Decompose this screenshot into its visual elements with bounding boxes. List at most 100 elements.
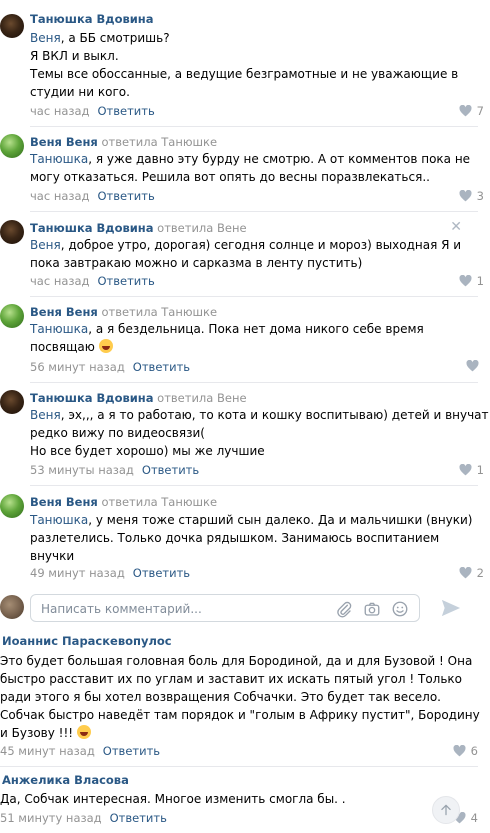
arrow-up-icon [441, 804, 451, 816]
reply-button[interactable]: Ответить [98, 104, 155, 118]
like-button[interactable]: 1 [459, 463, 484, 477]
like-count: 3 [476, 189, 484, 203]
comment-item: Иоаннис Параскевопулос Это будет большая… [0, 628, 484, 767]
heart-icon [459, 464, 472, 476]
avatar [0, 595, 24, 619]
comment-text: Веня, эх,,, а я то работаю, то кота и ко… [30, 408, 489, 458]
like-button[interactable]: 1 [459, 274, 484, 288]
reply-item: Веня Веня ответила Танюшке Танюшка, я уж… [0, 130, 484, 216]
like-count: 4 [470, 811, 478, 825]
reply-button[interactable]: Ответить [110, 811, 167, 825]
like-count: 7 [476, 104, 484, 118]
reply-button[interactable]: Ответить [103, 744, 160, 758]
send-icon[interactable] [440, 598, 462, 618]
comment-author[interactable]: Танюшка Вдовина [30, 221, 154, 235]
comment-author[interactable]: Анжелика Власова [2, 773, 129, 787]
like-button[interactable]: 2 [459, 566, 484, 580]
like-button[interactable] [466, 360, 484, 372]
timestamp: 49 минут назад [30, 566, 125, 580]
comment-meta: час назад Ответить [30, 274, 155, 288]
comment-author[interactable]: Танюшка Вдовина [30, 12, 154, 26]
addressee-link[interactable]: Танюшка [30, 513, 88, 527]
comment-meta: 45 минут назад Ответить [0, 744, 160, 758]
laughing-emoji-icon [98, 339, 113, 353]
reply-item: Танюшка Вдовина Веня, а ББ смотришь? Я В… [0, 10, 484, 130]
avatar[interactable] [0, 494, 24, 518]
divider [30, 485, 478, 486]
divider [30, 126, 478, 127]
comment-author[interactable]: Танюшка Вдовина [30, 391, 154, 405]
scroll-top-button[interactable] [432, 796, 460, 824]
comment-meta: час назад Ответить [30, 189, 155, 203]
comment-meta: 53 минуты назад Ответить [30, 463, 199, 477]
divider [30, 211, 478, 212]
heart-icon [453, 745, 466, 757]
avatar[interactable] [0, 134, 24, 158]
comment-meta: 56 минут назад Ответить [30, 360, 190, 374]
comment-text: Танюшка, я уже давно эту бурду не смотрю… [30, 152, 471, 184]
timestamp: час назад [30, 274, 90, 288]
reply-item: Танюшка Вдовина ответила Вене ✕ Веня, до… [0, 216, 484, 300]
addressee-link[interactable]: Веня [30, 238, 61, 252]
reply-item: Веня Веня ответила Танюшке Танюшка, у ме… [0, 490, 484, 590]
reply-context: ответила Танюшке [101, 495, 218, 509]
comment-input-placeholder: Написать комментарий... [41, 602, 202, 616]
grinning-emoji-icon [76, 725, 91, 739]
heart-icon [459, 275, 472, 287]
like-count: 2 [476, 566, 484, 580]
comment-author[interactable]: Веня Веня [30, 305, 98, 319]
avatar[interactable] [0, 390, 24, 414]
close-icon[interactable]: ✕ [450, 219, 462, 235]
like-count: 1 [476, 463, 484, 477]
comment-text: Веня, а ББ смотришь? Я ВКЛ и выкл. Темы … [30, 31, 459, 99]
like-button[interactable]: 6 [453, 744, 478, 758]
divider [0, 766, 478, 767]
addressee-link[interactable]: Танюшка [30, 322, 88, 336]
avatar[interactable] [0, 304, 24, 328]
comment-text: Веня, доброе утро, дорогая) сегодня солн… [30, 238, 462, 270]
reply-button[interactable]: Ответить [98, 274, 155, 288]
composer-actions [335, 600, 409, 618]
comment-author[interactable]: Иоаннис Параскевопулос [2, 634, 172, 648]
heart-icon [466, 360, 479, 372]
addressee-link[interactable]: Веня [30, 408, 61, 422]
comment-input[interactable]: Написать комментарий... [30, 594, 420, 622]
divider [30, 382, 478, 383]
timestamp: час назад [30, 189, 90, 203]
reply-button[interactable]: Ответить [142, 463, 199, 477]
heart-icon [459, 105, 472, 117]
comment-text: Это будет большая головная боль для Боро… [0, 654, 480, 740]
like-button[interactable]: 3 [459, 189, 484, 203]
timestamp: 56 минут назад [30, 360, 125, 374]
comment-meta: 49 минут назад Ответить [30, 566, 190, 580]
reply-button[interactable]: Ответить [133, 360, 190, 374]
reply-item: Танюшка Вдовина ответила Вене Веня, эх,,… [0, 386, 489, 490]
divider [30, 296, 478, 297]
smile-icon[interactable] [391, 600, 409, 618]
paperclip-icon[interactable] [335, 600, 353, 618]
addressee-link[interactable]: Веня [30, 31, 61, 45]
comment-text: Танюшка, у меня тоже старший сын далеко.… [30, 513, 473, 563]
reply-context: ответила Танюшке [101, 305, 218, 319]
reply-button[interactable]: Ответить [98, 189, 155, 203]
comment-author[interactable]: Веня Веня [30, 135, 98, 149]
comment-text: Танюшка, а я бездельница. Пока нет дома … [30, 322, 424, 354]
comment-meta: час назад Ответить [30, 104, 155, 118]
like-count: 6 [470, 744, 478, 758]
comment-author[interactable]: Веня Веня [30, 495, 98, 509]
reply-button[interactable]: Ответить [133, 566, 190, 580]
comment-text: Да, Собчак интересная. Многое изменить с… [0, 792, 346, 806]
comment-item: Анжелика Власова Да, Собчак интересная. … [0, 768, 484, 830]
like-button[interactable]: 7 [459, 104, 484, 118]
like-count: 1 [476, 274, 484, 288]
timestamp: 45 минут назад [0, 744, 95, 758]
timestamp: час назад [30, 104, 90, 118]
heart-icon [459, 190, 472, 202]
camera-icon[interactable] [363, 600, 381, 618]
addressee-link[interactable]: Танюшка [30, 152, 88, 166]
reply-item: Веня Веня ответила Танюшке Танюшка, а я … [0, 300, 484, 386]
reply-context: ответила Танюшке [101, 135, 218, 149]
comment-meta: 51 минуту назад Ответить [0, 811, 167, 825]
avatar[interactable] [0, 220, 24, 244]
avatar[interactable] [0, 14, 24, 38]
